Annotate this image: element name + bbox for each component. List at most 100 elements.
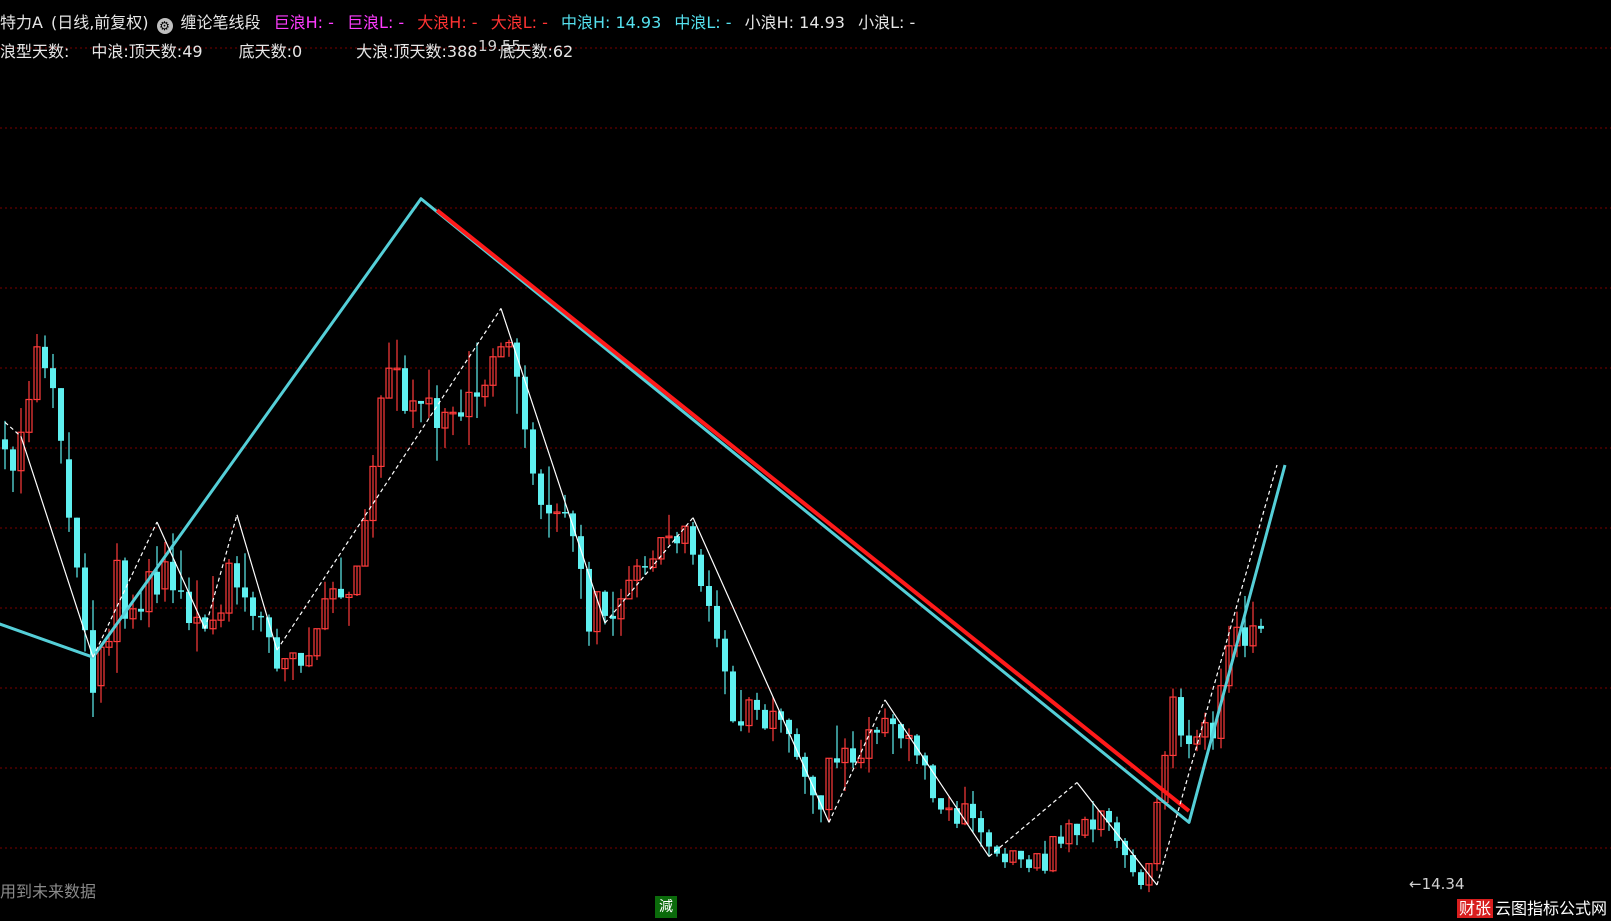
wave-line [20, 436, 94, 658]
candle-body-down [514, 342, 520, 377]
candle-body-down [546, 504, 552, 514]
candle-body-down [1074, 823, 1080, 836]
ju-wave-low: 巨浪L: - [347, 13, 405, 32]
wave-line [500, 308, 606, 624]
candle-body-down [874, 729, 880, 733]
zhong-wave-low: 中浪L: - [674, 13, 732, 32]
wave-line [4, 421, 22, 437]
candle-body-down [1186, 735, 1192, 745]
ju-wave-high: 巨浪H: - [273, 13, 334, 32]
future-data-note: 用到未来数据 [0, 882, 97, 901]
wave-line [0, 197, 1287, 824]
wave-line [236, 514, 278, 651]
zhong-bottom-days: 底天数:0 [238, 42, 303, 61]
indicator-name[interactable]: 缠论笔线段 [181, 13, 261, 32]
stock-title[interactable]: 特力A [0, 13, 43, 32]
wave-line [884, 699, 990, 857]
watermark-text: 云图指标公式网 [1494, 899, 1607, 918]
wave-days-label: 浪型天数: [0, 42, 70, 61]
candle-body-down [1122, 840, 1128, 856]
candle-body-down [50, 368, 56, 389]
candle-body-down [970, 803, 976, 819]
candle-body-down [1178, 697, 1184, 736]
candle-body-down [890, 718, 896, 725]
candle-body-down [82, 567, 88, 631]
candle-body-down [562, 511, 568, 514]
price-label: ←14.34 [1409, 875, 1465, 893]
candle-body-down [474, 392, 480, 397]
candle-body-down [138, 608, 144, 612]
candle-body-down [1058, 836, 1064, 844]
wave-line [1076, 782, 1158, 886]
xiao-wave-low: 小浪L: - [858, 13, 916, 32]
candle-body-down [1138, 872, 1144, 885]
period-label[interactable]: (日线,前复权) [51, 13, 149, 32]
candle-body-down [834, 758, 840, 763]
wave-line [988, 782, 1078, 857]
candle-body-down [642, 566, 648, 568]
candle-body-down [738, 721, 744, 726]
candle-body-down [338, 588, 344, 598]
candle-body-down [538, 473, 544, 505]
candle-body-down [154, 571, 160, 595]
indicator-header: 特力A (日线,前复权) ⚙ 缠论笔线段 巨浪H: - 巨浪L: - 大浪H: - 大… [0, 9, 923, 34]
candle-body-down [1242, 627, 1248, 646]
candle-body-down [1026, 859, 1032, 868]
candle-body-down [266, 617, 272, 638]
candle-body-down [66, 459, 72, 518]
zhong-top-days: 中浪:顶天数:49 [91, 42, 203, 61]
gear-icon[interactable]: ⚙ [156, 18, 173, 34]
xiao-wave-high: 小浪H: 14.93 [744, 13, 845, 32]
candlestick-chart[interactable]: 19.55←14.34 [0, 0, 1611, 921]
candle-body-down [706, 586, 712, 606]
candle-body-down [234, 563, 240, 588]
da-wave-high: 大浪H: - [417, 13, 478, 32]
candle-body-down [762, 709, 768, 729]
candle-body-down [986, 832, 992, 847]
watermark: 财张 云图指标公式网 [1456, 895, 1607, 919]
candle-body-down [42, 346, 48, 369]
candle-body-down [258, 615, 264, 618]
wave-days-row: 浪型天数: 中浪:顶天数:49 底天数:0 大浪:顶天数:388 底天数:62 [0, 38, 581, 62]
candle-body-down [722, 638, 728, 672]
decrease-badge[interactable]: 減 [655, 896, 677, 918]
candle-body-down [730, 671, 736, 722]
candle-body-down [530, 429, 536, 474]
candle-body-down [714, 605, 720, 639]
wave-line [156, 521, 206, 629]
candle-body-down [74, 517, 80, 568]
candle-body-down [938, 798, 944, 810]
candle-body-down [1018, 850, 1024, 860]
candle-body-down [1042, 853, 1048, 871]
candle-body-down [698, 554, 704, 587]
candle-body-down [418, 400, 424, 404]
zhong-wave-high: 中浪H: 14.93 [560, 13, 662, 32]
da-bottom-days: 底天数:62 [499, 42, 574, 61]
candle-body-down [602, 591, 608, 616]
candle-body-down [90, 630, 96, 693]
candle-body-down [250, 597, 256, 616]
candle-body-down [178, 590, 184, 592]
candle-body-down [930, 765, 936, 799]
candle-body-down [1090, 819, 1096, 830]
candle-body-down [522, 376, 528, 430]
candle-body-down [10, 449, 16, 471]
candle-body-down [690, 526, 696, 555]
da-top-days: 大浪:顶天数:388 [356, 42, 478, 61]
da-wave-low: 大浪L: - [490, 13, 548, 32]
watermark-red-tag: 财张 [1456, 899, 1493, 918]
candle-body-down [58, 388, 64, 441]
candle-body-down [818, 795, 824, 810]
candle-body-down [578, 536, 584, 569]
candle-body-down [850, 748, 856, 763]
candle-body-down [1002, 853, 1008, 863]
candle-body-down [2, 439, 8, 450]
candle-body-down [242, 587, 248, 598]
candle-body-down [170, 561, 176, 591]
candle-body-down [458, 412, 464, 417]
candle-body-down [978, 818, 984, 833]
candle-body-down [754, 699, 760, 710]
wave-line [692, 517, 830, 823]
candle-body-down [586, 568, 592, 632]
candle-body-down [298, 652, 304, 666]
